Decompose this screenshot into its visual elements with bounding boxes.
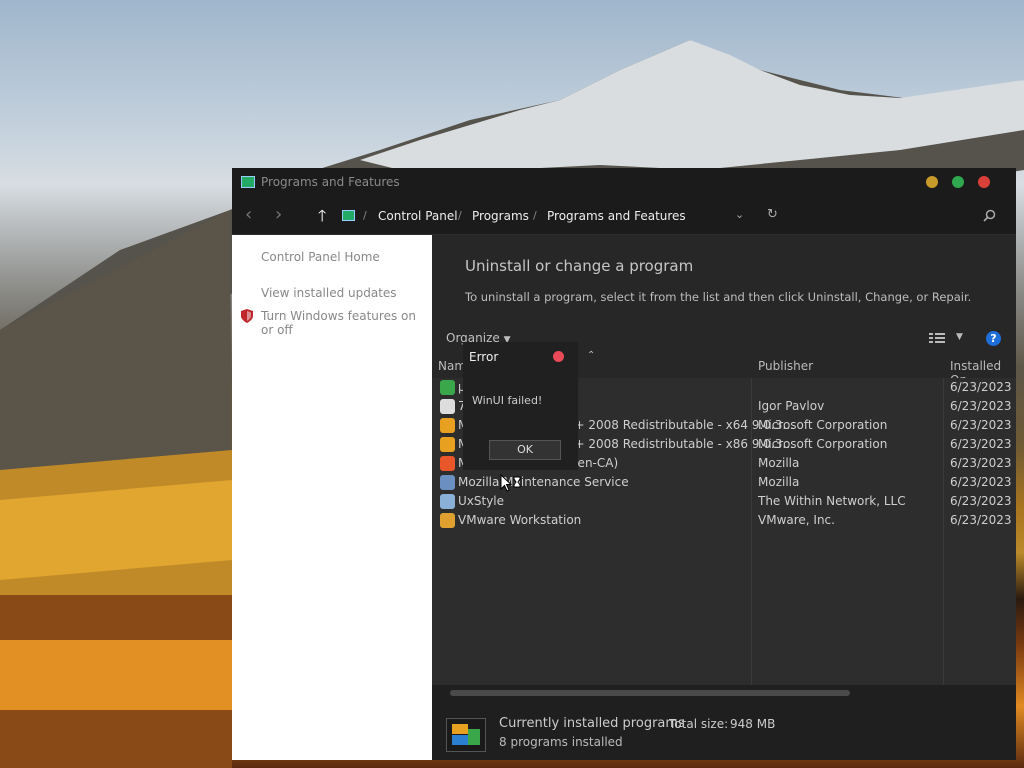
breadcrumb-separator: / bbox=[363, 209, 367, 222]
shield-icon bbox=[241, 309, 253, 323]
horizontal-scrollbar[interactable] bbox=[450, 690, 850, 696]
left-pane: Control Panel Home View installed update… bbox=[232, 235, 432, 760]
page-title: Uninstall or change a program bbox=[465, 257, 694, 275]
help-icon[interactable]: ? bbox=[986, 331, 1001, 346]
maximize-button[interactable] bbox=[952, 176, 964, 188]
address-bar: ‹ › 🡑 / Control Panel / Programs / Progr… bbox=[232, 198, 1016, 235]
breadcrumb-separator: / bbox=[533, 209, 537, 222]
breadcrumb-separator: / bbox=[458, 209, 462, 222]
cell-installed-on: 6/23/2023 bbox=[950, 513, 1012, 527]
cell-publisher: The Within Network, LLC bbox=[758, 494, 906, 508]
breadcrumb-control-panel[interactable]: Control Panel bbox=[378, 209, 458, 223]
view-dropdown-icon[interactable]: ▼ bbox=[956, 332, 963, 342]
cell-installed-on: 6/23/2023 bbox=[950, 437, 1012, 451]
address-dropdown-icon[interactable]: ⌄ bbox=[735, 208, 744, 221]
control-panel-home-link[interactable]: Control Panel Home bbox=[261, 250, 426, 264]
program-icon bbox=[440, 418, 455, 433]
programs-icon bbox=[446, 718, 486, 752]
total-size-value: 948 MB bbox=[730, 717, 776, 731]
cell-installed-on: 6/23/2023 bbox=[950, 418, 1012, 432]
title-bar: Programs and Features bbox=[232, 168, 1016, 198]
view-installed-updates-link[interactable]: View installed updates bbox=[261, 286, 426, 300]
program-icon bbox=[440, 456, 455, 471]
table-row[interactable]: VMware Workstation VMware, Inc. 6/23/2023 bbox=[432, 511, 1016, 530]
cell-publisher: Igor Pavlov bbox=[758, 399, 825, 413]
cell-installed-on: 6/23/2023 bbox=[950, 494, 1012, 508]
instructions-text: To uninstall a program, select it from t… bbox=[465, 290, 972, 304]
cell-publisher: Microsoft Corporation bbox=[758, 418, 888, 432]
breadcrumb-programs-and-features[interactable]: Programs and Features bbox=[547, 209, 686, 223]
cell-publisher: Mozilla bbox=[758, 475, 800, 489]
cell-installed-on: 6/23/2023 bbox=[950, 380, 1012, 394]
mouse-cursor-icon bbox=[500, 474, 521, 492]
windows-features-link[interactable]: Turn Windows features on or off bbox=[261, 309, 426, 337]
cell-installed-on: 6/23/2023 bbox=[950, 399, 1012, 413]
forward-icon[interactable]: › bbox=[275, 206, 282, 224]
status-label: Currently installed programs bbox=[499, 716, 685, 731]
cell-name: VMware Workstation bbox=[458, 513, 582, 527]
cell-publisher: Microsoft Corporation bbox=[758, 437, 888, 451]
cell-publisher: VMware, Inc. bbox=[758, 513, 835, 527]
cell-name: UxStyle bbox=[458, 494, 505, 508]
cell-installed-on: 6/23/2023 bbox=[950, 456, 1012, 470]
program-icon bbox=[440, 399, 455, 414]
program-count: 8 programs installed bbox=[499, 735, 623, 749]
cell-name: Mozilla Maintenance Service bbox=[458, 475, 629, 489]
dialog-close-button[interactable] bbox=[553, 351, 564, 362]
program-icon bbox=[440, 513, 455, 528]
view-options-icon[interactable] bbox=[929, 332, 945, 344]
cell-publisher: Mozilla bbox=[758, 456, 800, 470]
column-header-publisher[interactable]: Publisher bbox=[758, 359, 813, 373]
close-button[interactable] bbox=[978, 176, 990, 188]
table-row[interactable]: UxStyle The Within Network, LLC 6/23/2023 bbox=[432, 492, 1016, 511]
error-dialog: Error ⌃ WinUI failed! OK bbox=[463, 342, 595, 470]
search-icon[interactable] bbox=[983, 209, 996, 222]
program-icon bbox=[440, 475, 455, 490]
programs-and-features-window: Programs and Features ‹ › 🡑 / Control Pa… bbox=[232, 168, 1016, 760]
dialog-title: Error bbox=[469, 350, 499, 364]
program-icon bbox=[440, 437, 455, 452]
cell-installed-on: 6/23/2023 bbox=[950, 475, 1012, 489]
collapse-icon[interactable]: ⌃ bbox=[587, 350, 595, 361]
control-panel-icon bbox=[241, 176, 255, 188]
program-icon bbox=[440, 494, 455, 509]
back-icon[interactable]: ‹ bbox=[245, 206, 252, 224]
control-panel-icon bbox=[342, 210, 355, 221]
program-icon bbox=[440, 380, 455, 395]
dialog-message: WinUI failed! bbox=[472, 394, 543, 407]
window-title: Programs and Features bbox=[261, 175, 400, 189]
breadcrumb-programs[interactable]: Programs bbox=[472, 209, 529, 223]
refresh-icon[interactable]: ↻ bbox=[767, 207, 778, 222]
minimize-button[interactable] bbox=[926, 176, 938, 188]
details-pane: Currently installed programs Total size:… bbox=[432, 685, 1016, 760]
up-arrow-icon[interactable]: 🡑 bbox=[318, 207, 326, 225]
ok-button[interactable]: OK bbox=[489, 440, 561, 460]
total-size-label: Total size: bbox=[669, 717, 729, 731]
